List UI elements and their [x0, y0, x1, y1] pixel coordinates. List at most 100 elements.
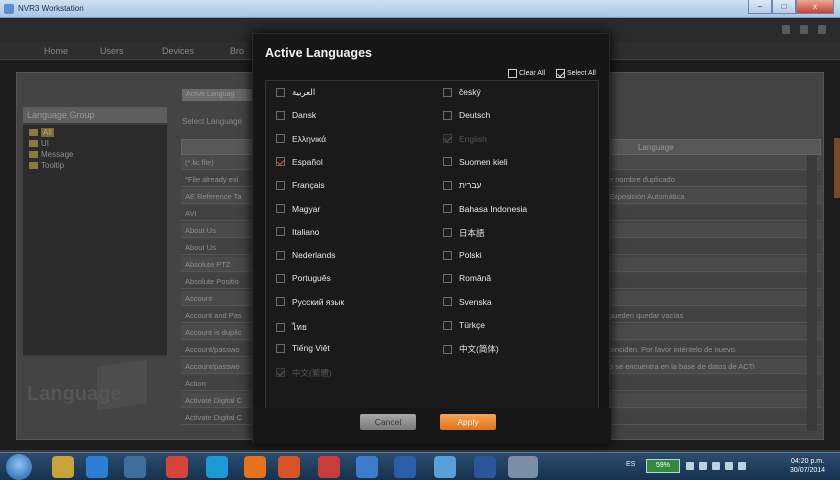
select-all-toggle[interactable]: Select All [556, 69, 596, 78]
nvr-eye-icon[interactable] [508, 456, 538, 478]
language-checkbox[interactable] [276, 110, 285, 120]
language-option[interactable]: ไทย [276, 320, 307, 334]
language-option[interactable]: Polski [443, 250, 482, 260]
select-all-checkbox[interactable] [556, 69, 565, 78]
language-checkbox[interactable] [276, 180, 285, 190]
language-option[interactable]: Tiếng Việt [276, 343, 330, 353]
clock-date: 30/07/2014 [790, 467, 826, 474]
language-checkbox[interactable] [443, 157, 452, 167]
nav-users[interactable]: Users [100, 46, 124, 56]
language-option[interactable]: Dansk [276, 110, 316, 120]
side-tab[interactable] [834, 138, 840, 198]
clear-all-toggle[interactable]: Clear All [508, 69, 545, 78]
language-checkbox[interactable] [443, 110, 452, 120]
language-option[interactable]: Türkçe [443, 320, 485, 330]
people-icon[interactable] [356, 456, 378, 478]
language-label: English [459, 133, 487, 144]
help-icon[interactable] [818, 25, 826, 34]
firefox-icon[interactable] [244, 456, 266, 478]
powerpoint-icon[interactable] [278, 456, 300, 478]
language-checkbox[interactable] [443, 180, 452, 190]
language-option[interactable]: Français [276, 180, 325, 190]
language-label: Português [292, 273, 331, 284]
nav-home[interactable]: Home [44, 46, 68, 56]
close-button[interactable]: x [796, 0, 834, 14]
clock-time: 04:20 p.m. [790, 458, 825, 465]
language-checkbox[interactable] [443, 320, 452, 330]
start-button[interactable] [6, 454, 32, 480]
language-checkbox[interactable] [276, 273, 285, 283]
document-icon[interactable] [800, 25, 808, 34]
language-checkbox[interactable] [276, 204, 285, 213]
nav-browse[interactable]: Bro [230, 46, 244, 56]
skype-icon[interactable] [206, 456, 228, 478]
language-checkbox[interactable] [443, 297, 452, 307]
chrome-icon[interactable] [166, 456, 188, 478]
language-option[interactable]: Română [443, 273, 491, 283]
tree-item-ui[interactable]: UI [23, 138, 167, 149]
tree-item-message[interactable]: Message [23, 149, 167, 160]
language-option[interactable]: Suomen kieli [443, 157, 508, 167]
language-checkbox[interactable] [443, 344, 452, 354]
table-scrollbar[interactable] [807, 155, 817, 431]
file-explorer-icon[interactable] [52, 456, 74, 478]
language-option[interactable]: 日本語 [443, 227, 485, 239]
battery-indicator[interactable]: 59% [646, 459, 680, 473]
tree-item-all[interactable]: All [23, 127, 167, 138]
tray-arrow-icon[interactable] [686, 462, 694, 470]
language-option[interactable]: Bahasa Indonesia [443, 204, 527, 214]
language-option[interactable]: Nederlands [276, 250, 335, 260]
speaker-icon[interactable] [738, 462, 746, 470]
language-label: Svenska [459, 296, 492, 307]
row-key: About Us [185, 243, 216, 252]
language-checkbox[interactable] [276, 88, 285, 97]
internet-explorer-icon[interactable] [86, 456, 108, 478]
active-languages-button[interactable]: Active Languag [182, 89, 262, 101]
language-checkbox[interactable] [443, 250, 452, 260]
apply-button[interactable]: Apply [440, 414, 496, 430]
language-option[interactable]: العربية [276, 87, 315, 98]
clock[interactable]: 04:20 p.m. 30/07/2014 [790, 457, 825, 475]
language-checkbox[interactable] [276, 250, 285, 260]
paint-icon[interactable] [434, 456, 456, 478]
tree-item-tooltip[interactable]: Tooltip [23, 160, 167, 171]
language-checkbox[interactable] [276, 322, 285, 332]
app-icon-red[interactable] [318, 456, 340, 478]
language-checkbox[interactable] [443, 228, 452, 238]
language-option: English [443, 134, 487, 144]
language-option[interactable]: český [443, 87, 481, 97]
language-checkbox[interactable] [276, 297, 285, 307]
language-checkbox[interactable] [276, 343, 285, 353]
language-checkbox[interactable] [443, 87, 452, 97]
arrows-icon[interactable] [394, 456, 416, 478]
clear-all-checkbox[interactable] [508, 69, 517, 78]
language-option[interactable]: 中文(简体) [443, 343, 499, 355]
language-option[interactable]: Ελληνικά [276, 134, 326, 144]
language-option[interactable]: Português [276, 273, 331, 283]
language-checkbox[interactable] [443, 204, 452, 213]
language-checkbox[interactable] [276, 134, 285, 144]
flag-icon[interactable] [699, 462, 707, 470]
cancel-button[interactable]: Cancel [360, 414, 416, 430]
language-option[interactable]: Magyar [276, 204, 320, 214]
language-option[interactable]: Español [276, 157, 323, 167]
language-option[interactable]: עברית [443, 180, 481, 190]
language-option[interactable]: Svenska [443, 297, 492, 307]
language-label: Polski [459, 250, 482, 261]
input-language[interactable]: ES [626, 461, 635, 468]
language-option[interactable]: Русский язык [276, 297, 344, 307]
language-checkbox[interactable] [276, 157, 285, 167]
nav-devices[interactable]: Devices [162, 46, 194, 56]
language-label: Suomen kieli [459, 156, 508, 167]
language-option[interactable]: Italiano [276, 227, 319, 237]
word-icon[interactable] [474, 456, 496, 478]
language-checkbox[interactable] [443, 273, 452, 283]
minimize-button[interactable]: – [748, 0, 772, 14]
network-icon[interactable] [712, 462, 720, 470]
language-checkbox[interactable] [276, 227, 285, 237]
media-player-icon[interactable] [124, 456, 146, 478]
monitor-icon[interactable] [725, 462, 733, 470]
language-option[interactable]: Deutsch [443, 110, 490, 120]
gear-icon[interactable] [782, 25, 790, 34]
maximize-button[interactable]: □ [772, 0, 796, 14]
